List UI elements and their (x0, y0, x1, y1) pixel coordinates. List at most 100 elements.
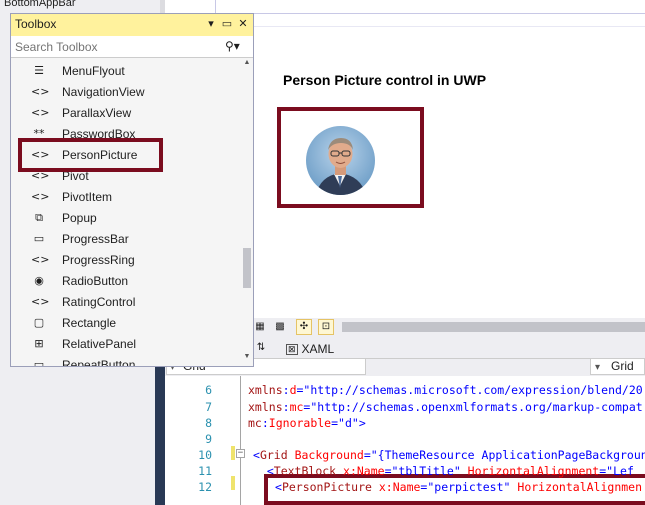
toolbox-item[interactable]: ☰ MenuFlyout (11, 61, 239, 82)
editor-frame-border (155, 358, 165, 505)
person-picture-item-highlight (18, 138, 163, 172)
code-token: Ignorable (268, 416, 332, 430)
tab-xaml-label: XAML (301, 342, 335, 356)
code-token: PersonPicture (281, 480, 372, 494)
code-token: d (344, 416, 352, 430)
progress-bar-icon: ▭ (33, 232, 45, 245)
snap-snaplines-icon[interactable]: ⊡ (318, 319, 334, 335)
search-icon[interactable]: ⚲▾ (225, 39, 240, 53)
toolbox-item[interactable]: ⧉ Popup (11, 208, 239, 229)
code-line[interactable]: mc:Ignorable="d"> (248, 416, 366, 430)
code-token: " (453, 464, 461, 478)
background-tree-item[interactable]: BottomAppBar (0, 0, 160, 10)
code-token: Grid (259, 448, 288, 462)
code-token: : (282, 400, 290, 414)
swap-panes-icon[interactable]: ⇅ (253, 340, 269, 356)
toolbox-item[interactable]: <> ParallaxView (11, 103, 239, 124)
toolbox-item-label: RadioButton (62, 274, 129, 288)
toolbox-title: Toolbox (15, 17, 57, 31)
toolbox-title-bar[interactable]: Toolbox ▾ ▭ ✕ (11, 14, 253, 36)
code-token: xmlns (248, 383, 283, 397)
toolbox-item-label: RelativePanel (62, 337, 137, 351)
toolbox-item-label: RatingControl (62, 295, 136, 309)
toolbox-search-box[interactable]: ⚲▾ (11, 36, 253, 58)
code-token: < (275, 480, 282, 494)
code-token: http://schemas.openxmlformats.org/markup… (317, 400, 643, 414)
toolbox-item[interactable]: <> PivotItem (11, 187, 239, 208)
code-token: tblTitle (398, 464, 454, 478)
toolbox-item[interactable]: <> RatingControl (11, 292, 239, 313)
code-token: d (289, 383, 297, 397)
toolbox-item[interactable]: ▭ RepeatButton (11, 355, 239, 367)
code-token: Background (287, 448, 364, 462)
person-picture-avatar[interactable] (306, 126, 375, 195)
code-token: =" (296, 383, 311, 397)
outline-margin (240, 376, 241, 505)
code-line[interactable]: <PersonPicture x:Name="perpictest" Horiz… (275, 480, 642, 494)
code-token: http://schemas.microsoft.com/expression/… (310, 383, 643, 397)
toolbox-item-label: ProgressRing (62, 253, 135, 267)
close-icon[interactable]: ✕ (236, 16, 250, 32)
element-selector-right[interactable]: ▾ Grid (590, 358, 645, 375)
auto-hide-pin-icon[interactable]: ▭ (220, 16, 234, 32)
line-number: 9 (205, 432, 212, 446)
code-brackets-icon: <> (31, 85, 50, 98)
toolbox-panel: Toolbox ▾ ▭ ✕ ⚲▾ ☰ MenuFlyout <> Navigation… (10, 13, 254, 367)
relative-panel-icon: ⊞ (34, 337, 44, 350)
code-token: : (282, 383, 290, 397)
code-line[interactable]: <Grid Background="{ThemeResource Applica… (253, 448, 645, 462)
code-token: =" (363, 448, 378, 462)
code-brackets-icon: <> (31, 295, 50, 308)
toolbox-item[interactable]: ▢ Rectangle (11, 313, 239, 334)
code-token: x:Name (371, 480, 421, 494)
code-token: xmlns (248, 400, 283, 414)
dropdown-icon: ▾ (595, 362, 601, 373)
toolbox-item[interactable]: ◉ RadioButton (11, 271, 239, 292)
code-token: perpictest (434, 480, 504, 494)
grid-toggle-icon[interactable]: ▦ (252, 319, 268, 335)
toolbox-item-list: ☰ MenuFlyout <> NavigationView <> ParallaxVie… (11, 58, 241, 367)
code-token: {ThemeResource ApplicationPageBackgroun (377, 448, 645, 462)
checker-background-icon[interactable]: ▩ (272, 319, 288, 335)
xaml-tab-icon: ⊠ (286, 343, 298, 355)
change-marker (231, 476, 235, 490)
line-number: 11 (198, 464, 212, 478)
code-token: TextBlock (273, 464, 337, 478)
code-token: =" (303, 400, 318, 414)
code-token: =" (420, 480, 435, 494)
code-token: =" (384, 464, 399, 478)
toolbox-item[interactable]: <> NavigationView (11, 82, 239, 103)
line-number: 7 (205, 400, 212, 414)
line-number: 6 (205, 383, 212, 397)
code-line[interactable]: <TextBlock x:Name="tblTitle" HorizontalA… (253, 464, 634, 478)
search-input[interactable] (15, 39, 215, 55)
collapse-outline-icon[interactable]: − (236, 449, 245, 458)
code-token: "> (351, 416, 366, 430)
toolbox-scrollbar[interactable]: ▲ ▼ (241, 58, 253, 366)
popup-icon: ⧉ (35, 211, 43, 224)
window-position-dropdown-icon[interactable]: ▾ (204, 16, 218, 32)
code-brackets-icon: <> (31, 253, 50, 266)
toolbox-item-label: ProgressBar (62, 232, 129, 246)
code-line[interactable]: xmlns:mc="http://schemas.openxmlformats.… (248, 400, 643, 414)
scroll-down-icon[interactable]: ▼ (241, 352, 253, 362)
scroll-up-icon[interactable]: ▲ (241, 58, 253, 68)
code-token: mc (289, 400, 304, 414)
tab-xaml[interactable]: ⊠ XAML (286, 341, 334, 357)
code-token: x:Name (336, 464, 385, 478)
repeat-button-icon: ▭ (33, 358, 45, 367)
toolbox-item[interactable]: <> ProgressRing (11, 250, 239, 271)
code-brackets-icon: <> (31, 106, 50, 119)
code-brackets-icon: <> (31, 190, 50, 203)
element-selector-right-label: Grid (611, 359, 634, 373)
page-title[interactable]: Person Picture control in UWP (283, 72, 486, 88)
code-line[interactable]: xmlns:d="http://schemas.microsoft.com/ex… (248, 383, 643, 397)
snap-gridlines-icon[interactable]: ✣ (296, 319, 312, 335)
toolbox-item-label: NavigationView (62, 85, 145, 99)
designer-horizontal-scrollbar[interactable] (342, 322, 645, 332)
toolbox-item[interactable]: ▭ ProgressBar (11, 229, 239, 250)
scroll-thumb[interactable] (243, 248, 251, 288)
code-token: Lef (613, 464, 634, 478)
toolbox-item[interactable]: ⊞ RelativePanel (11, 334, 239, 355)
toolbox-item-label: ParallaxView (62, 106, 132, 120)
